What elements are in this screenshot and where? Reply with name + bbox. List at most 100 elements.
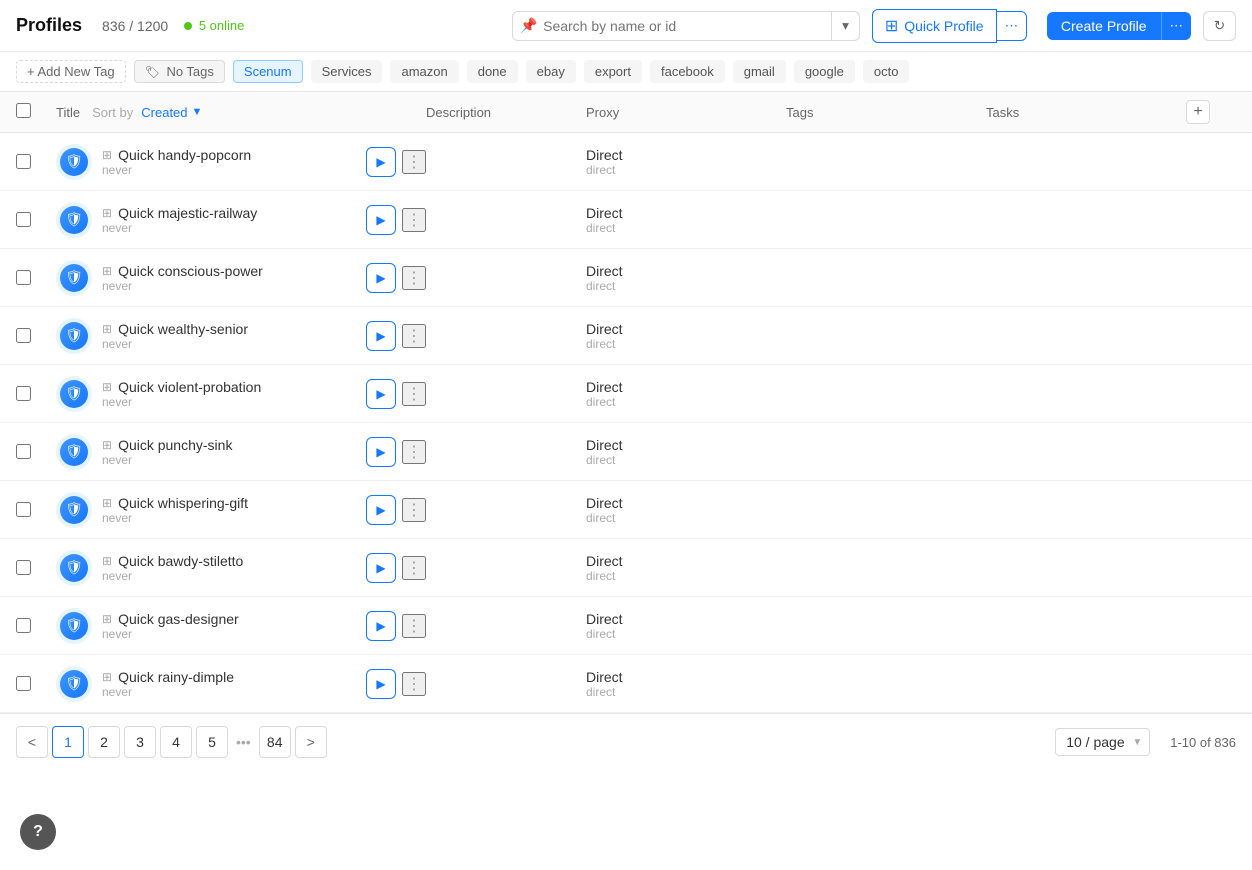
row-checkbox-2[interactable] <box>16 270 31 285</box>
filter-button[interactable]: ▾ <box>832 11 860 41</box>
more-button-1[interactable]: ⋮ <box>402 208 426 232</box>
profile-name-9: Quick rainy-dimple <box>118 669 234 685</box>
last-page-button[interactable]: 84 <box>259 726 291 758</box>
more-button-2[interactable]: ⋮ <box>402 266 426 290</box>
profile-avatar-2: 🛡 <box>56 260 92 296</box>
more-button-0[interactable]: ⋮ <box>402 150 426 174</box>
row-checkbox-8[interactable] <box>16 618 31 633</box>
page-3-button[interactable]: 3 <box>124 726 156 758</box>
page-2-button[interactable]: 2 <box>88 726 120 758</box>
row-checkbox-4[interactable] <box>16 386 31 401</box>
play-button-1[interactable]: ▶ <box>366 205 396 235</box>
play-button-2[interactable]: ▶ <box>366 263 396 293</box>
shield-icon-6: 🛡 <box>65 501 83 518</box>
tag-ebay[interactable]: ebay <box>526 60 576 83</box>
play-button-8[interactable]: ▶ <box>366 611 396 641</box>
tag-services[interactable]: Services <box>311 60 383 83</box>
quick-profile-button[interactable]: ⊞ Quick Profile <box>872 9 997 43</box>
table-row: 🛡 ⊞ Quick bawdy-stiletto never ▶ ⋮ Direc… <box>0 539 1252 597</box>
page-5-button[interactable]: 5 <box>196 726 228 758</box>
play-button-7[interactable]: ▶ <box>366 553 396 583</box>
row-checkbox-5[interactable] <box>16 444 31 459</box>
table-header: Title Sort by Created ▼ Description Prox… <box>0 92 1252 133</box>
play-button-5[interactable]: ▶ <box>366 437 396 467</box>
play-button-3[interactable]: ▶ <box>366 321 396 351</box>
create-profile-more-button[interactable]: ⋯ <box>1161 12 1191 40</box>
sort-arrow-icon: ▼ <box>192 106 203 118</box>
table-row: 🛡 ⊞ Quick wealthy-senior never ▶ ⋮ Direc… <box>0 307 1252 365</box>
prev-page-button[interactable]: < <box>16 726 48 758</box>
no-tags-tag[interactable]: 🏷 No Tags <box>134 60 225 83</box>
page-info: 1-10 of 836 <box>1170 735 1236 750</box>
play-button-9[interactable]: ▶ <box>366 669 396 699</box>
select-all-checkbox[interactable] <box>16 103 31 118</box>
row-checkbox-3[interactable] <box>16 328 31 343</box>
proxy-cell-8: Direct direct <box>586 611 786 641</box>
profile-name-1: Quick majestic-railway <box>118 205 257 221</box>
row-checkbox-9[interactable] <box>16 676 31 691</box>
proxy-cell-6: Direct direct <box>586 495 786 525</box>
title-column-header: Title Sort by Created ▼ <box>56 105 426 120</box>
os-icon-9: ⊞ <box>102 670 112 684</box>
create-profile-button[interactable]: Create Profile <box>1047 12 1161 40</box>
profile-cell-2: 🛡 ⊞ Quick conscious-power never ▶ ⋮ <box>56 260 426 296</box>
row-checkbox-6[interactable] <box>16 502 31 517</box>
more-button-6[interactable]: ⋮ <box>402 498 426 522</box>
proxy-sub-6: direct <box>586 511 786 525</box>
search-input[interactable] <box>512 11 832 41</box>
more-button-7[interactable]: ⋮ <box>402 556 426 580</box>
page-1-button[interactable]: 1 <box>52 726 84 758</box>
next-page-button[interactable]: > <box>295 726 327 758</box>
row-checkbox-cell-8 <box>16 618 56 633</box>
row-checkbox-cell-6 <box>16 502 56 517</box>
play-button-6[interactable]: ▶ <box>366 495 396 525</box>
shield-icon-5: 🛡 <box>65 443 83 460</box>
row-checkbox-1[interactable] <box>16 212 31 227</box>
quick-profile-more-button[interactable]: ⋯ <box>997 11 1027 41</box>
table-row: 🛡 ⊞ Quick rainy-dimple never ▶ ⋮ Direct … <box>0 655 1252 713</box>
row-checkbox-cell-7 <box>16 560 56 575</box>
tag-amazon[interactable]: amazon <box>390 60 458 83</box>
proxy-main-8: Direct <box>586 611 786 627</box>
shield-icon-7: 🛡 <box>65 559 83 576</box>
tag-done[interactable]: done <box>467 60 518 83</box>
profile-time-0: never <box>102 163 251 177</box>
proxy-sub-8: direct <box>586 627 786 641</box>
tag-export[interactable]: export <box>584 60 642 83</box>
row-checkbox-7[interactable] <box>16 560 31 575</box>
profile-avatar-9: 🛡 <box>56 666 92 702</box>
profile-avatar-6: 🛡 <box>56 492 92 528</box>
tag-scenum[interactable]: Scenum <box>233 60 303 83</box>
page-4-button[interactable]: 4 <box>160 726 192 758</box>
row-checkbox-0[interactable] <box>16 154 31 169</box>
page-size-wrapper: 10 / page 20 / page 50 / page ▼ <box>1055 728 1150 756</box>
os-icon-6: ⊞ <box>102 496 112 510</box>
more-button-5[interactable]: ⋮ <box>402 440 426 464</box>
more-button-3[interactable]: ⋮ <box>402 324 426 348</box>
action-cell-6: ▶ ⋮ <box>366 495 426 525</box>
more-button-4[interactable]: ⋮ <box>402 382 426 406</box>
page-size-select[interactable]: 10 / page 20 / page 50 / page <box>1055 728 1150 756</box>
tag-gmail[interactable]: gmail <box>733 60 786 83</box>
tag-octo[interactable]: octo <box>863 60 910 83</box>
help-button[interactable]: ? <box>20 814 56 850</box>
more-button-9[interactable]: ⋮ <box>402 672 426 696</box>
play-button-0[interactable]: ▶ <box>366 147 396 177</box>
proxy-sub-0: direct <box>586 163 786 177</box>
play-button-4[interactable]: ▶ <box>366 379 396 409</box>
action-cell-1: ▶ ⋮ <box>366 205 426 235</box>
add-tag-button[interactable]: + Add New Tag <box>16 60 126 83</box>
profile-avatar-7: 🛡 <box>56 550 92 586</box>
profile-time-2: never <box>102 279 263 293</box>
tag-facebook[interactable]: facebook <box>650 60 725 83</box>
table-row: 🛡 ⊞ Quick whispering-gift never ▶ ⋮ Dire… <box>0 481 1252 539</box>
table-body: 🛡 ⊞ Quick handy-popcorn never ▶ ⋮ Direct… <box>0 133 1252 713</box>
profile-time-7: never <box>102 569 243 583</box>
more-button-8[interactable]: ⋮ <box>402 614 426 638</box>
tag-google[interactable]: google <box>794 60 855 83</box>
refresh-button[interactable]: ↻ <box>1203 11 1236 41</box>
quick-profile-group: ⊞ Quick Profile ⋯ <box>872 9 1027 43</box>
add-column-button[interactable]: + <box>1186 100 1210 124</box>
table-row: 🛡 ⊞ Quick majestic-railway never ▶ ⋮ Dir… <box>0 191 1252 249</box>
shield-icon-8: 🛡 <box>65 617 83 634</box>
